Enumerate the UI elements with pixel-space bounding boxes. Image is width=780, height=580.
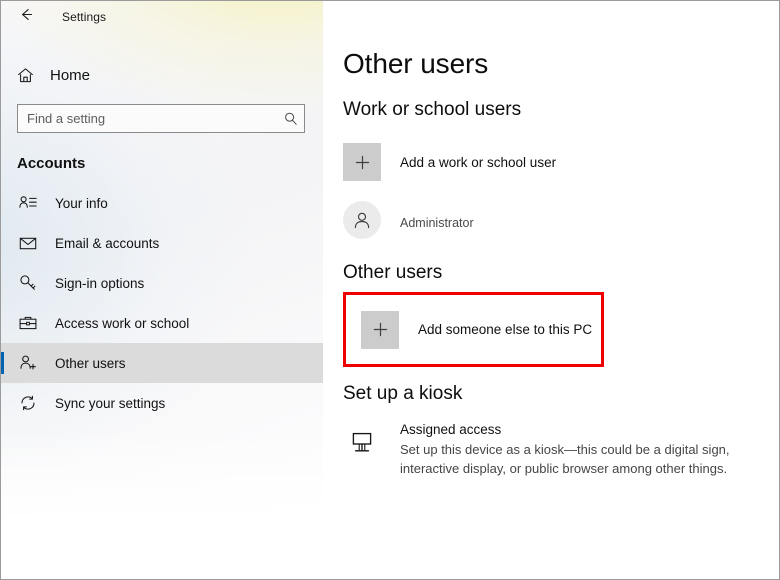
section-heading-other-users: Other users: [343, 262, 443, 283]
search-icon[interactable]: [283, 111, 298, 126]
user-account-row[interactable]: Administrator: [343, 201, 779, 239]
sidebar-item-label: Sign-in options: [55, 275, 145, 291]
person-add-icon: [17, 352, 39, 374]
page-title: Other users: [343, 48, 489, 79]
sidebar-item-label: Access work or school: [55, 315, 190, 331]
user-account-text: Administrator: [400, 210, 474, 230]
key-icon: [17, 272, 39, 294]
back-button[interactable]: [11, 3, 41, 31]
sidebar-item-other-users[interactable]: Other users: [1, 343, 323, 383]
sidebar-nav-list: Your info Email & accounts Sign-in optio…: [1, 183, 323, 423]
category-title: Accounts: [17, 155, 86, 172]
navigation-pane: Settings Home Find a setting Accounts Yo…: [1, 1, 323, 579]
home-label: Home: [50, 66, 91, 84]
assigned-access-text: Assigned access Set up this device as a …: [400, 422, 766, 478]
sync-icon: [17, 392, 39, 414]
search-box[interactable]: [17, 104, 305, 133]
add-someone-else-highlight-box: Add someone else to this PC: [343, 292, 604, 367]
sidebar-item-label: Email & accounts: [55, 235, 160, 251]
sidebar-item-label: Other users: [55, 355, 126, 371]
assigned-access-row[interactable]: Assigned access Set up this device as a …: [343, 422, 779, 478]
sidebar-item-email-accounts[interactable]: Email & accounts: [1, 223, 323, 263]
assigned-access-description: Set up this device as a kiosk—this could…: [400, 442, 730, 476]
briefcase-icon: [17, 312, 39, 334]
add-someone-else-label: Add someone else to this PC: [418, 322, 593, 337]
selection-indicator: [1, 352, 4, 374]
section-heading-work-school: Work or school users: [343, 99, 522, 120]
envelope-icon: [17, 232, 39, 254]
sidebar-item-label: Sync your settings: [55, 395, 166, 411]
add-someone-else-to-this-pc-button[interactable]: Add someone else to this PC: [361, 310, 593, 349]
back-arrow-icon: [18, 6, 35, 28]
sidebar-item-your-info[interactable]: Your info: [1, 183, 323, 223]
person-details-icon: [17, 192, 39, 214]
kiosk-display-icon: [343, 424, 381, 462]
avatar: [343, 201, 381, 239]
sidebar-item-label: Your info: [55, 195, 108, 211]
search-input[interactable]: [27, 111, 283, 126]
sidebar-item-sign-in-options[interactable]: Sign-in options: [1, 263, 323, 303]
content-pane: Other users Work or school users Add a w…: [323, 1, 779, 579]
title-bar: Settings: [1, 1, 323, 33]
app-title: Settings: [62, 10, 107, 24]
sidebar-item-sync-your-settings[interactable]: Sync your settings: [1, 383, 323, 423]
user-account-role: Administrator: [400, 216, 474, 230]
plus-icon: [343, 143, 381, 181]
plus-icon: [361, 310, 399, 349]
section-heading-kiosk: Set up a kiosk: [343, 383, 463, 404]
assigned-access-title: Assigned access: [400, 422, 502, 437]
home-icon: [16, 66, 40, 85]
sidebar-item-access-work-or-school[interactable]: Access work or school: [1, 303, 323, 343]
sidebar-item-home[interactable]: Home: [1, 56, 323, 94]
settings-window: Settings Home Find a setting Accounts Yo…: [0, 0, 780, 580]
add-work-or-school-user-button[interactable]: Add a work or school user: [343, 143, 779, 181]
add-work-or-school-user-label: Add a work or school user: [400, 154, 557, 170]
